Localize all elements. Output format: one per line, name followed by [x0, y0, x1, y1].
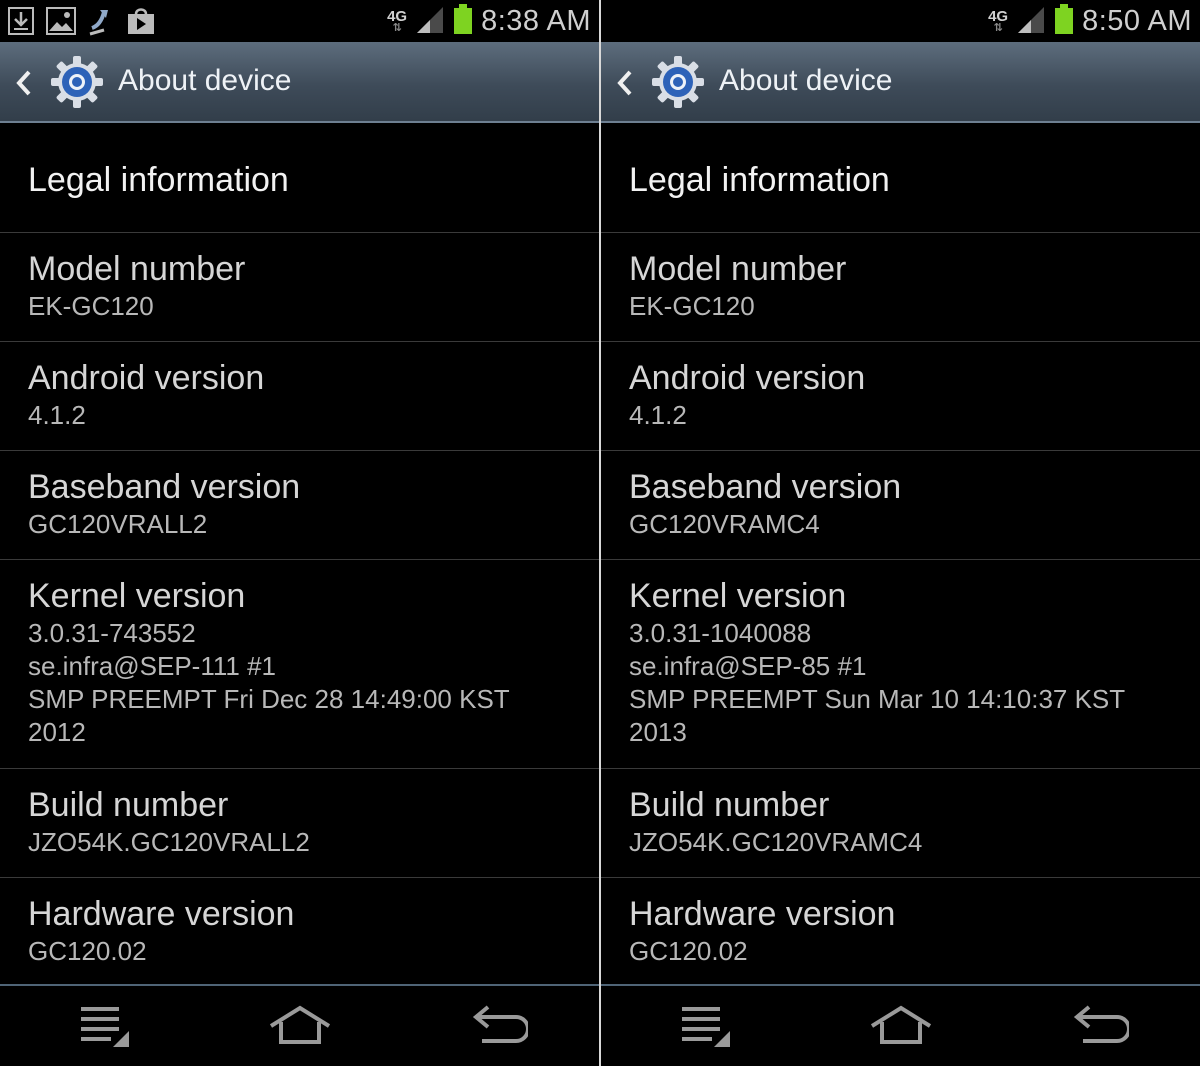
list-item-android-version[interactable]: Android version 4.1.2: [601, 342, 1200, 451]
home-button[interactable]: [841, 988, 961, 1066]
list-item-legal-information[interactable]: Legal information: [0, 123, 599, 233]
battery-icon: [1054, 3, 1074, 39]
item-value: GC120VRAMC4: [629, 509, 820, 539]
item-value: GC120.02: [629, 936, 748, 966]
settings-list: Legal information Model number EK-GC120 …: [601, 123, 1200, 986]
kernel-line: se.infra@SEP-85 #1: [629, 651, 867, 681]
up-chevron-icon[interactable]: [12, 66, 38, 100]
item-title: Model number: [28, 250, 246, 288]
status-time: 8:38 AM: [481, 4, 591, 37]
image-icon: [46, 7, 76, 35]
back-arrow-icon: [1073, 1004, 1131, 1050]
screen-right: 4G ⇅ 8:50 AM About device Legal informat…: [601, 0, 1200, 1066]
item-value: GC120.02: [28, 936, 147, 966]
list-item-model-number[interactable]: Model number EK-GC120: [601, 233, 1200, 342]
screen-left: 4G ⇅ 8:38 AM About device Legal informat…: [0, 0, 599, 1066]
back-button[interactable]: [1041, 988, 1161, 1066]
list-item-build-number[interactable]: Build number JZO54K.GC120VRAMC4: [601, 769, 1200, 878]
kernel-line: 3.0.31-743552: [28, 618, 196, 648]
menu-button[interactable]: [646, 988, 766, 1066]
item-title: Baseband version: [28, 468, 301, 506]
list-item-build-number[interactable]: Build number JZO54K.GC120VRALL2: [0, 769, 599, 878]
list-item-kernel-version[interactable]: Kernel version 3.0.31-743552 se.infra@SE…: [0, 560, 599, 769]
kernel-line: 2012: [28, 717, 86, 747]
item-title: Android version: [629, 359, 866, 397]
item-title: Hardware version: [629, 895, 896, 933]
list-item-kernel-version[interactable]: Kernel version 3.0.31-1040088 se.infra@S…: [601, 560, 1200, 769]
item-value: GC120VRALL2: [28, 509, 208, 539]
store-icon: [126, 6, 156, 36]
list-item-model-number[interactable]: Model number EK-GC120: [0, 233, 599, 342]
kernel-line: SMP PREEMPT Fri Dec 28 14:49:00 KST: [28, 684, 510, 714]
action-bar: About device: [601, 42, 1200, 123]
settings-gear-icon: [50, 55, 104, 109]
sync-icon: [88, 6, 114, 36]
signal-icon: [1016, 5, 1046, 38]
item-value: EK-GC120: [629, 291, 755, 321]
item-title: Kernel version: [629, 577, 847, 615]
status-time: 8:50 AM: [1082, 4, 1192, 37]
item-title: Build number: [629, 786, 830, 824]
list-item-baseband-version[interactable]: Baseband version GC120VRALL2: [0, 451, 599, 560]
item-value: EK-GC120: [28, 291, 154, 321]
list-item-android-version[interactable]: Android version 4.1.2: [0, 342, 599, 451]
item-title: Legal information: [629, 160, 890, 199]
back-button[interactable]: [440, 988, 560, 1066]
item-title: Hardware version: [28, 895, 295, 933]
kernel-line: 2013: [629, 717, 687, 747]
settings-gear-icon: [651, 55, 705, 109]
kernel-line: se.infra@SEP-111 #1: [28, 651, 277, 681]
navigation-bar: [0, 988, 599, 1066]
item-value: 4.1.2: [28, 400, 86, 430]
item-title: Model number: [629, 250, 847, 288]
home-button[interactable]: [240, 988, 360, 1066]
item-title: Android version: [28, 359, 265, 397]
item-value: 4.1.2: [629, 400, 687, 430]
list-item-legal-information[interactable]: Legal information: [601, 123, 1200, 233]
list-item-baseband-version[interactable]: Baseband version GC120VRAMC4: [601, 451, 1200, 560]
download-icon: [8, 7, 34, 35]
battery-icon: [453, 3, 473, 39]
item-title: Baseband version: [629, 468, 902, 506]
status-bar: 4G ⇅ 8:50 AM: [601, 0, 1200, 42]
menu-icon: [77, 1001, 133, 1054]
network-4g-icon: 4G ⇅: [988, 7, 1009, 34]
menu-icon: [678, 1001, 734, 1054]
kernel-line: 3.0.31-1040088: [629, 618, 812, 648]
list-item-hardware-version[interactable]: Hardware version GC120.02: [601, 878, 1200, 986]
home-icon: [267, 1004, 333, 1051]
page-title: About device: [719, 64, 893, 97]
settings-list: Legal information Model number EK-GC120 …: [0, 123, 599, 986]
item-title: Kernel version: [28, 577, 246, 615]
list-item-hardware-version[interactable]: Hardware version GC120.02: [0, 878, 599, 986]
back-arrow-icon: [472, 1004, 530, 1050]
item-title: Legal information: [28, 160, 289, 199]
navigation-bar: [601, 988, 1200, 1066]
notification-icons: [8, 5, 156, 37]
up-chevron-icon[interactable]: [613, 66, 639, 100]
page-title: About device: [118, 64, 292, 97]
item-value: JZO54K.GC120VRALL2: [28, 827, 310, 857]
network-4g-icon: 4G ⇅: [387, 7, 408, 34]
home-icon: [868, 1004, 934, 1051]
status-bar: 4G ⇅ 8:38 AM: [0, 0, 599, 42]
item-title: Build number: [28, 786, 229, 824]
kernel-line: SMP PREEMPT Sun Mar 10 14:10:37 KST: [629, 684, 1126, 714]
item-value: JZO54K.GC120VRAMC4: [629, 827, 923, 857]
signal-icon: [415, 5, 445, 38]
menu-button[interactable]: [45, 988, 165, 1066]
action-bar: About device: [0, 42, 599, 123]
